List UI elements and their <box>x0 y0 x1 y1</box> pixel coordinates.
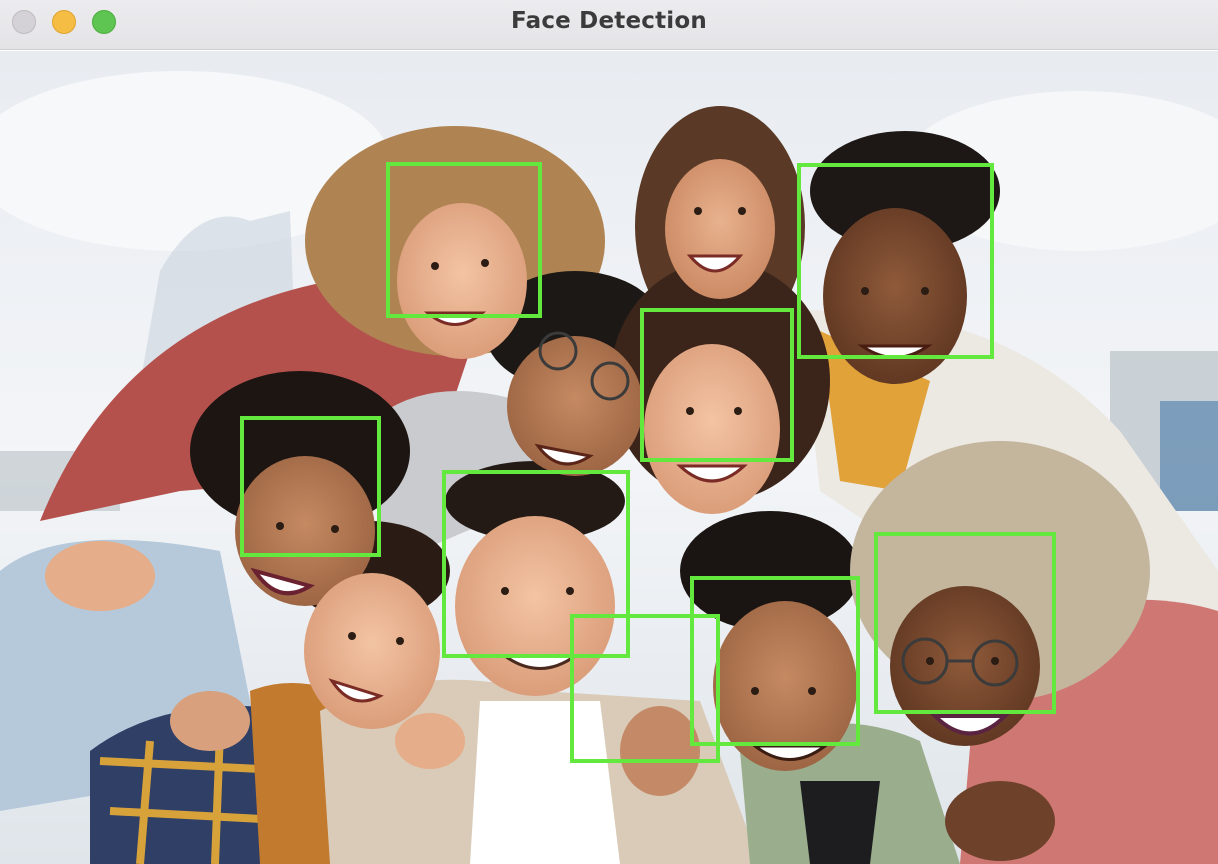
image-canvas <box>0 51 1218 864</box>
detection-photo <box>0 51 1218 864</box>
window-title: Face Detection <box>511 8 707 34</box>
app-window: Face Detection <box>0 0 1218 864</box>
title-bar[interactable]: Face Detection <box>0 0 1218 50</box>
